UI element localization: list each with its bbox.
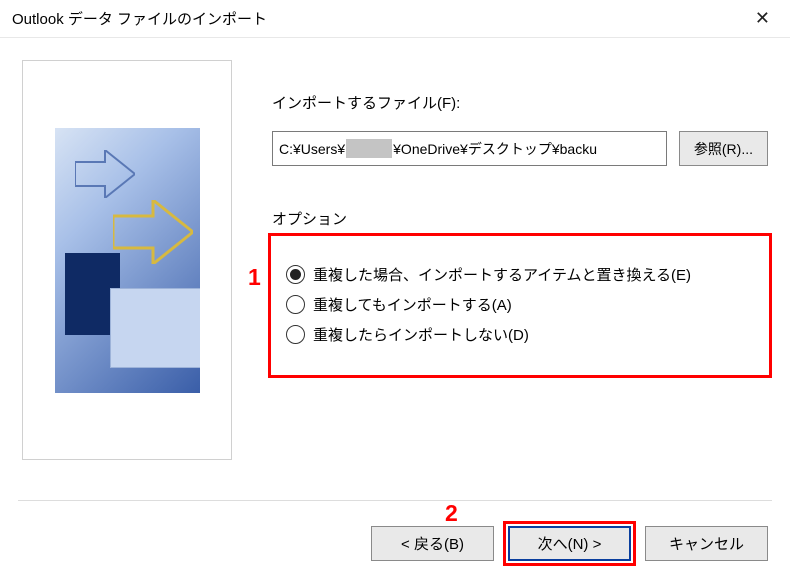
next-button[interactable]: 次へ(N) > [508,526,631,561]
options-group-label: オプション [272,208,768,229]
file-path-input[interactable]: C:¥Users¥ ¥OneDrive¥デスクトップ¥backu [272,131,667,166]
annotation-number-2: 2 [445,500,458,527]
form-panel: インポートするファイル(F): C:¥Users¥ ¥OneDrive¥デスクト… [232,60,768,488]
radio-option-allow-duplicates[interactable]: 重複してもインポートする(A) [286,294,754,315]
cancel-button[interactable]: キャンセル [645,526,768,561]
separator [18,500,772,501]
radio-label: 重複したらインポートしない(D) [313,324,529,345]
radio-option-no-duplicates[interactable]: 重複したらインポートしない(D) [286,324,754,345]
file-row: C:¥Users¥ ¥OneDrive¥デスクトップ¥backu 参照(R)..… [272,131,768,166]
radio-label: 重複した場合、インポートするアイテムと置き換える(E) [313,264,691,285]
radio-label: 重複してもインポートする(A) [313,294,512,315]
close-icon[interactable]: ✕ [749,4,776,33]
wizard-footer: < 戻る(B) 次へ(N) > キャンセル [371,526,768,561]
back-button[interactable]: < 戻る(B) [371,526,494,561]
redacted-segment [346,139,392,158]
file-path-suffix: ¥OneDrive¥デスクトップ¥backu [393,139,597,159]
annotation-highlight-2: 次へ(N) > [508,526,631,561]
radio-icon [286,325,305,344]
radio-icon [286,295,305,314]
wizard-illustration-frame [22,60,232,460]
browse-button[interactable]: 参照(R)... [679,131,768,166]
wizard-illustration [55,128,200,393]
file-path-prefix: C:¥Users¥ [279,141,345,157]
radio-option-replace[interactable]: 重複した場合、インポートするアイテムと置き換える(E) [286,264,754,285]
window-title: Outlook データ ファイルのインポート [12,8,267,29]
arrow-icon [113,200,193,264]
radio-icon [286,265,305,284]
titlebar: Outlook データ ファイルのインポート ✕ [0,0,790,38]
options-group: 重複した場合、インポートするアイテムと置き換える(E) 重複してもインポートする… [272,237,768,374]
file-label: インポートするファイル(F): [272,92,768,113]
arrow-icon [75,150,135,198]
content-area: インポートするファイル(F): C:¥Users¥ ¥OneDrive¥デスクト… [0,38,790,498]
